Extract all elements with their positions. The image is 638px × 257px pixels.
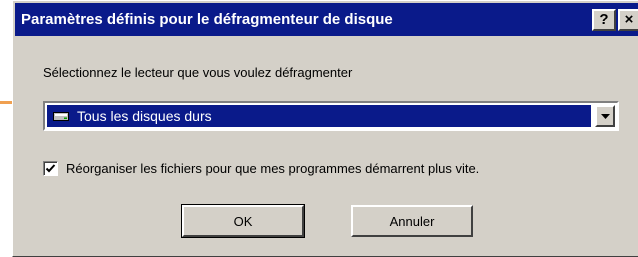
close-button[interactable]: × [618,8,638,31]
drive-select-label: Tous les disques durs [77,108,212,124]
cancel-button[interactable]: Annuler [351,205,473,237]
defrag-settings-dialog: Paramètres définis pour le défragmenteur… [12,0,638,257]
drive-select-value[interactable]: Tous les disques durs [47,105,591,127]
chevron-down-icon [600,113,610,119]
ok-button[interactable]: OK [181,204,305,238]
drive-instruction-label: Sélectionnez le lecteur que vous voulez … [43,65,353,80]
reorganize-option[interactable]: Réorganiser les fichiers pour que mes pr… [43,161,479,176]
drive-select[interactable]: Tous les disques durs [43,101,619,131]
dropdown-arrow-button[interactable] [595,105,615,127]
reorganize-checkbox[interactable] [43,161,58,176]
checkmark-icon [45,164,56,173]
reorganize-checkbox-label[interactable]: Réorganiser les fichiers pour que mes pr… [66,161,479,176]
title-bar[interactable]: Paramètres définis pour le défragmenteur… [15,3,638,36]
hard-drive-icon [53,112,69,121]
dialog-title: Paramètres définis pour le défragmenteur… [21,11,393,28]
help-button[interactable]: ? [592,8,616,31]
